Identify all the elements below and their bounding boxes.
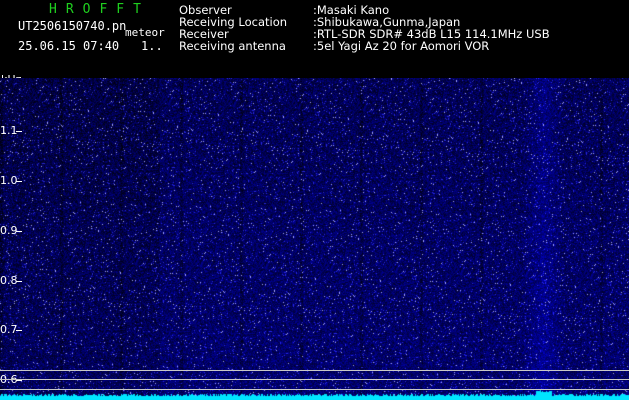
header-panel: HROFFT UT2506150740.pn meteor 25.06.15 0… [0, 0, 629, 78]
freq-tick-mark [16, 231, 22, 232]
freq-tick-mark [16, 281, 22, 282]
freq-tick: 1.1 [0, 124, 18, 137]
count-label: 1.. [141, 39, 163, 53]
reference-line [0, 370, 629, 371]
freq-tick-mark [16, 181, 22, 182]
freq-tick: 0.8 [0, 274, 18, 287]
reference-line [0, 379, 629, 380]
freq-tick-mark [16, 131, 22, 132]
meteor-label: meteor [125, 26, 165, 39]
freq-tick-mark [16, 380, 22, 381]
waterfall-canvas [0, 78, 629, 400]
info-values: :Masaki Kano :Shibukawa,Gunma,Japan :RTL… [313, 4, 550, 52]
spectrogram-plot [0, 78, 629, 400]
freq-tick-mark [16, 330, 22, 331]
reference-line [0, 389, 629, 390]
antenna-label: Receiving antenna [179, 39, 286, 53]
info-labels: Observer Receiving Location Receiver Rec… [179, 4, 287, 52]
capture-datetime: 25.06.15 07:40 [18, 39, 120, 53]
file-name: UT2506150740.pn [18, 19, 127, 33]
antenna-value: :5el Yagi Az 20 for Aomori VOR [313, 39, 490, 53]
app-title: HROFFT [49, 2, 150, 17]
freq-tick: 0.7 [0, 323, 18, 336]
freq-tick: 1.0 [0, 174, 18, 187]
freq-tick: 0.9 [0, 224, 18, 237]
